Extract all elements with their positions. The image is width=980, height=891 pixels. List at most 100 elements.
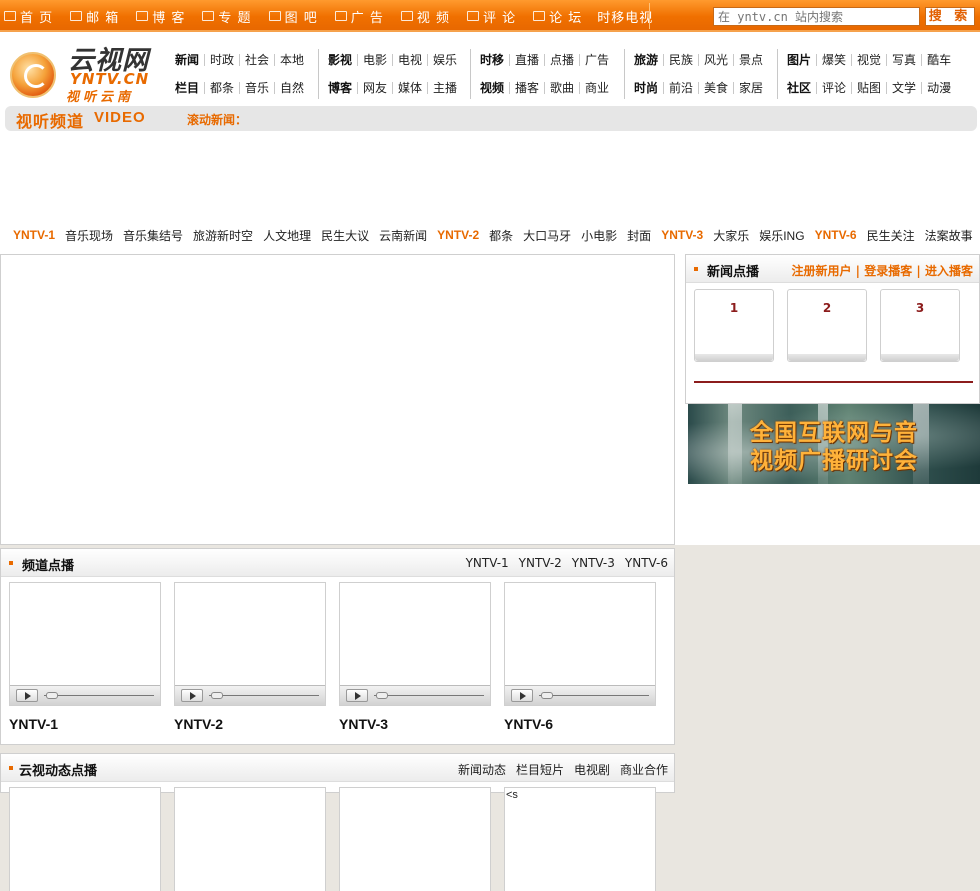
- tab-yntv-1[interactable]: YNTV-1: [466, 556, 509, 570]
- top-nav-photo[interactable]: 图 吧: [268, 0, 318, 32]
- program-link[interactable]: 法案故事: [925, 227, 973, 244]
- top-nav-forum[interactable]: 论 坛: [533, 0, 582, 32]
- category-heading-link[interactable]: 新闻: [170, 54, 204, 66]
- tab-program-shorts[interactable]: 栏目短片: [516, 761, 564, 778]
- program-link[interactable]: 人文地理: [263, 227, 311, 244]
- category-link[interactable]: 歌曲: [544, 82, 579, 94]
- tab-business[interactable]: 商业合作: [620, 761, 668, 778]
- seek-track[interactable]: [539, 695, 649, 696]
- login-podcast-link[interactable]: 登录播客: [864, 264, 912, 278]
- category-link[interactable]: 写真: [886, 54, 921, 66]
- category-link[interactable]: 美食: [698, 82, 733, 94]
- category-link[interactable]: 家居: [733, 82, 768, 94]
- category-link[interactable]: 爆笑: [816, 54, 851, 66]
- program-link[interactable]: 旅游新时空: [193, 227, 253, 244]
- top-nav-mail[interactable]: 邮 箱: [70, 0, 119, 32]
- program-link[interactable]: 封面: [627, 227, 651, 244]
- category-link[interactable]: 景点: [733, 54, 768, 66]
- channel-video-card[interactable]: [174, 582, 326, 706]
- play-button-icon[interactable]: [346, 689, 368, 702]
- category-link[interactable]: 商业: [579, 82, 614, 94]
- category-link[interactable]: 电视: [392, 54, 427, 66]
- program-link[interactable]: 小电影: [581, 227, 617, 244]
- channel-card-label[interactable]: YNTV-6: [504, 716, 553, 732]
- channel-card-label[interactable]: YNTV-3: [339, 716, 388, 732]
- conference-banner[interactable]: 全国互联网与音 视频广播研讨会: [688, 404, 980, 484]
- category-heading-link[interactable]: 旅游: [629, 54, 663, 66]
- top-nav-comment[interactable]: 评 论: [466, 0, 516, 32]
- dynamic-video-card[interactable]: [9, 787, 161, 891]
- category-link[interactable]: 社会: [239, 54, 274, 66]
- seek-track[interactable]: [374, 695, 484, 696]
- dynamic-video-card[interactable]: [174, 787, 326, 891]
- program-link[interactable]: 音乐集结号: [123, 227, 183, 244]
- category-link[interactable]: 视觉: [851, 54, 886, 66]
- category-link[interactable]: 电影: [357, 54, 392, 66]
- seek-track[interactable]: [44, 695, 154, 696]
- category-link[interactable]: 酷车: [921, 54, 956, 66]
- top-nav-video[interactable]: 视 频: [400, 0, 450, 32]
- site-logo[interactable]: 云视网 YNTV.CN 视听云南: [8, 42, 158, 105]
- category-link[interactable]: 广告: [579, 54, 614, 66]
- category-link[interactable]: 动漫: [921, 82, 956, 94]
- tab-tv-series[interactable]: 电视剧: [574, 761, 610, 778]
- top-nav-blog[interactable]: 博 客: [136, 0, 185, 32]
- news-card[interactable]: 3: [880, 289, 960, 362]
- play-button-icon[interactable]: [181, 689, 203, 702]
- search-input[interactable]: [713, 7, 920, 26]
- category-link[interactable]: 评论: [816, 82, 851, 94]
- category-link[interactable]: 网友: [357, 82, 392, 94]
- tab-yntv-3[interactable]: YNTV-3: [572, 556, 615, 570]
- top-nav-topic[interactable]: 专 题: [202, 0, 251, 32]
- search-button[interactable]: 搜 索: [925, 7, 975, 26]
- channel-video-card[interactable]: [504, 582, 656, 706]
- channel-link[interactable]: YNTV-1: [13, 228, 55, 242]
- program-link[interactable]: 大口马牙: [523, 227, 571, 244]
- category-link[interactable]: 民族: [663, 54, 698, 66]
- channel-card-label[interactable]: YNTV-1: [9, 716, 58, 732]
- seek-handle[interactable]: [46, 692, 58, 699]
- channel-video-card[interactable]: [9, 582, 161, 706]
- category-link[interactable]: 都条: [204, 82, 239, 94]
- category-link[interactable]: 主播: [427, 82, 462, 94]
- category-heading-link[interactable]: 影视: [323, 54, 357, 66]
- top-nav-timeshift-tv[interactable]: 时移电视: [597, 0, 653, 32]
- enter-podcast-link[interactable]: 进入播客: [925, 264, 973, 278]
- category-heading-link[interactable]: 博客: [323, 82, 357, 94]
- category-link[interactable]: 前沿: [663, 82, 698, 94]
- top-nav-ad[interactable]: 广 告: [334, 0, 384, 32]
- program-link[interactable]: 音乐现场: [65, 227, 113, 244]
- channel-link[interactable]: YNTV-6: [815, 228, 857, 242]
- program-link[interactable]: 都条: [489, 227, 513, 244]
- channel-link[interactable]: YNTV-2: [437, 228, 479, 242]
- top-nav-home[interactable]: 首 页: [4, 0, 53, 32]
- dynamic-video-card[interactable]: [504, 787, 656, 891]
- category-link[interactable]: 时政: [204, 54, 239, 66]
- tab-news-updates[interactable]: 新闻动态: [458, 761, 506, 778]
- program-link[interactable]: 民生大议: [321, 227, 369, 244]
- play-button-icon[interactable]: [511, 689, 533, 702]
- category-link[interactable]: 播客: [509, 82, 544, 94]
- register-link[interactable]: 注册新用户: [791, 264, 851, 278]
- category-heading-link[interactable]: 社区: [782, 82, 816, 94]
- seek-track[interactable]: [209, 695, 319, 696]
- program-link[interactable]: 大家乐: [713, 227, 749, 244]
- program-link[interactable]: 娱乐ING: [759, 227, 804, 244]
- category-link[interactable]: 自然: [274, 82, 309, 94]
- category-heading-link[interactable]: 栏目: [170, 82, 204, 94]
- category-heading-link[interactable]: 视频: [475, 82, 509, 94]
- category-link[interactable]: 贴图: [851, 82, 886, 94]
- channel-link[interactable]: YNTV-3: [661, 228, 703, 242]
- category-link[interactable]: 直播: [509, 54, 544, 66]
- category-link[interactable]: 本地: [274, 54, 309, 66]
- tab-yntv-2[interactable]: YNTV-2: [519, 556, 562, 570]
- news-card[interactable]: 2: [787, 289, 867, 362]
- news-card[interactable]: 1: [694, 289, 774, 362]
- category-heading-link[interactable]: 时尚: [629, 82, 663, 94]
- category-link[interactable]: 媒体: [392, 82, 427, 94]
- program-link[interactable]: 云南新闻: [379, 227, 427, 244]
- category-heading-link[interactable]: 图片: [782, 54, 816, 66]
- video-player[interactable]: [0, 254, 675, 545]
- channel-video-card[interactable]: [339, 582, 491, 706]
- category-link[interactable]: 风光: [698, 54, 733, 66]
